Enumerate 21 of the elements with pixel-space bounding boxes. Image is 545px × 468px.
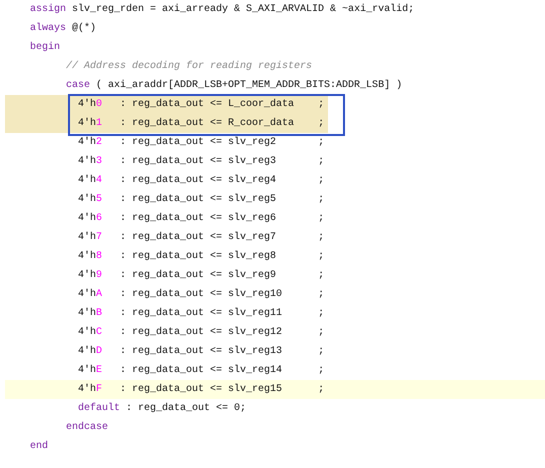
code-line: endcase [65,420,110,435]
code-line: 4'h8 : reg_data_out <= slv_reg8 ; [77,250,326,264]
code-line: 4'h2 : reg_data_out <= slv_reg2 ; [77,136,326,150]
code-line: 4'h5 : reg_data_out <= slv_reg5 ; [77,192,326,207]
code-line: 4'h4 : reg_data_out <= slv_reg4 ; [77,174,326,188]
code-line: // Address decoding for reading registers [65,60,314,74]
code-line: 4'hD : reg_data_out <= slv_reg13 ; [77,344,326,359]
code-line: begin [29,40,62,55]
code-line: 4'h7 : reg_data_out <= slv_reg7 ; [77,230,326,245]
code-line: always @(*) [29,22,98,36]
code-line: 4'hE : reg_data_out <= slv_reg14 ; [77,364,326,378]
code-line: 4'hA : reg_data_out <= slv_reg10 ; [77,288,326,302]
code-line: 4'h6 : reg_data_out <= slv_reg6 ; [77,212,326,226]
code-line: 4'h3 : reg_data_out <= slv_reg3 ; [77,154,326,169]
code-line: 4'hC : reg_data_out <= slv_reg12 ; [77,326,326,340]
code-line: case ( axi_araddr[ADDR_LSB+OPT_MEM_ADDR_BITS:ADDR_LSB] ) [65,78,404,93]
code-line: 4'hB : reg_data_out <= slv_reg11 ; [77,306,326,321]
code-line: assign slv_reg_rden = axi_arready & S_AXI_ARVALID & ~axi_rvalid; [29,2,416,17]
code-line: default : reg_data_out <= 0; [77,402,248,416]
code-line: 4'h9 : reg_data_out <= slv_reg9 ; [77,268,326,283]
code-line: end [29,440,50,454]
